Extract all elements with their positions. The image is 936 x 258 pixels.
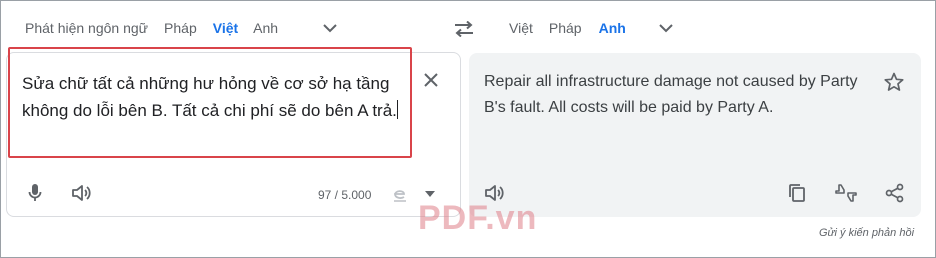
close-icon[interactable]: [418, 67, 444, 93]
speaker-icon[interactable]: [480, 178, 510, 208]
source-text: Sửa chữ tất cả những hư hỏng về cơ sở hạ…: [22, 74, 397, 120]
translated-text: Repair all infrastructure damage not cau…: [484, 73, 858, 116]
microphone-icon[interactable]: [20, 178, 50, 208]
tab-source-vietnamese[interactable]: Việt: [212, 0, 239, 56]
chevron-down-icon[interactable]: [318, 16, 342, 40]
copy-icon[interactable]: [782, 178, 812, 208]
swap-languages-icon[interactable]: [451, 16, 477, 42]
source-language-bar: Phát hiện ngôn ngữ Pháp Việt Anh: [0, 0, 460, 56]
rate-icon[interactable]: [831, 178, 861, 208]
tab-target-french[interactable]: Pháp: [549, 0, 582, 56]
tab-target-english[interactable]: Anh: [596, 0, 629, 56]
chevron-down-icon[interactable]: [654, 16, 678, 40]
tab-target-vietnamese[interactable]: Việt: [509, 0, 533, 56]
character-count: 97 / 5.000: [318, 188, 372, 202]
speaker-icon[interactable]: [67, 178, 97, 208]
handwriting-icon[interactable]: [388, 182, 412, 206]
source-text-input[interactable]: Sửa chữ tất cả những hư hỏng về cơ sở hạ…: [22, 70, 412, 124]
star-icon[interactable]: [880, 68, 908, 96]
tab-detect-language[interactable]: Phát hiện ngôn ngữ: [25, 0, 148, 56]
caret-down-icon[interactable]: [418, 182, 442, 206]
send-feedback-link[interactable]: Gửi ý kiến phản hồi: [819, 227, 914, 239]
share-icon[interactable]: [880, 178, 910, 208]
text-caret: [396, 100, 398, 119]
tab-source-english[interactable]: Anh: [253, 0, 278, 56]
tab-source-french[interactable]: Pháp: [164, 0, 197, 56]
target-language-bar: Việt Pháp Anh: [498, 0, 936, 56]
